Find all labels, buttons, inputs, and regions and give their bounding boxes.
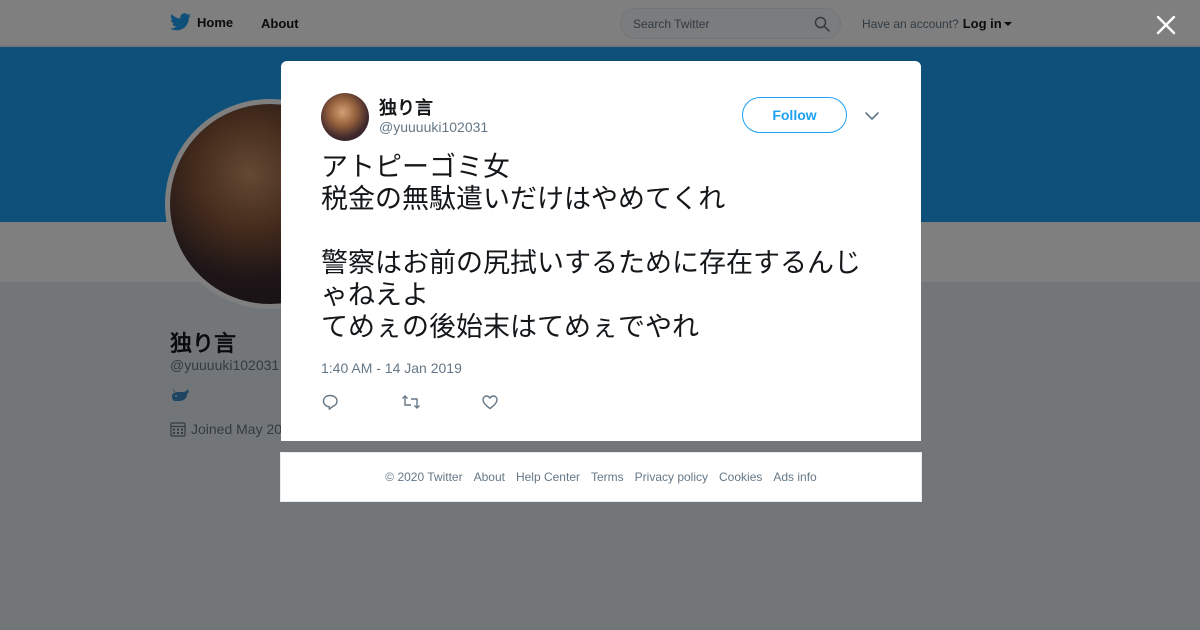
tweet-author-handle[interactable]: @yuuuuki102031 [379, 119, 488, 135]
tweet-text: アトピーゴミ女 税金の無駄遣いだけはやめてくれ 警察はお前の尻拭いするために存在… [321, 152, 861, 343]
tweet-actions [321, 392, 561, 412]
footer-link-about[interactable]: About [474, 470, 505, 484]
tweet-author-name[interactable]: 独り言 [379, 94, 433, 120]
modal-footer: © 2020 Twitter About Help Center Terms P… [280, 452, 922, 502]
footer-link-privacy-policy[interactable]: Privacy policy [635, 470, 708, 484]
like-icon [482, 395, 498, 410]
retweet-button[interactable] [401, 392, 481, 412]
footer-link-terms[interactable]: Terms [591, 470, 624, 484]
close-icon [1156, 15, 1176, 35]
chevron-down-icon [865, 112, 879, 120]
tweet-modal: 独り言 @yuuuuki102031 Follow アトピーゴミ女 税金の無駄遣… [281, 61, 921, 441]
footer-link-cookies[interactable]: Cookies [719, 470, 762, 484]
close-modal-button[interactable] [1154, 13, 1178, 37]
like-button[interactable] [481, 392, 561, 412]
reply-button[interactable] [321, 392, 401, 412]
follow-button[interactable]: Follow [742, 97, 847, 133]
tweet-options-button[interactable] [864, 109, 880, 121]
tweet-author-avatar[interactable] [321, 93, 369, 141]
footer-link-ads-info[interactable]: Ads info [773, 470, 816, 484]
footer-link-help-center[interactable]: Help Center [516, 470, 580, 484]
tweet-timestamp[interactable]: 1:40 AM - 14 Jan 2019 [321, 360, 462, 376]
reply-icon [322, 394, 338, 410]
footer-copyright: © 2020 Twitter [385, 470, 463, 484]
retweet-icon [402, 395, 420, 409]
